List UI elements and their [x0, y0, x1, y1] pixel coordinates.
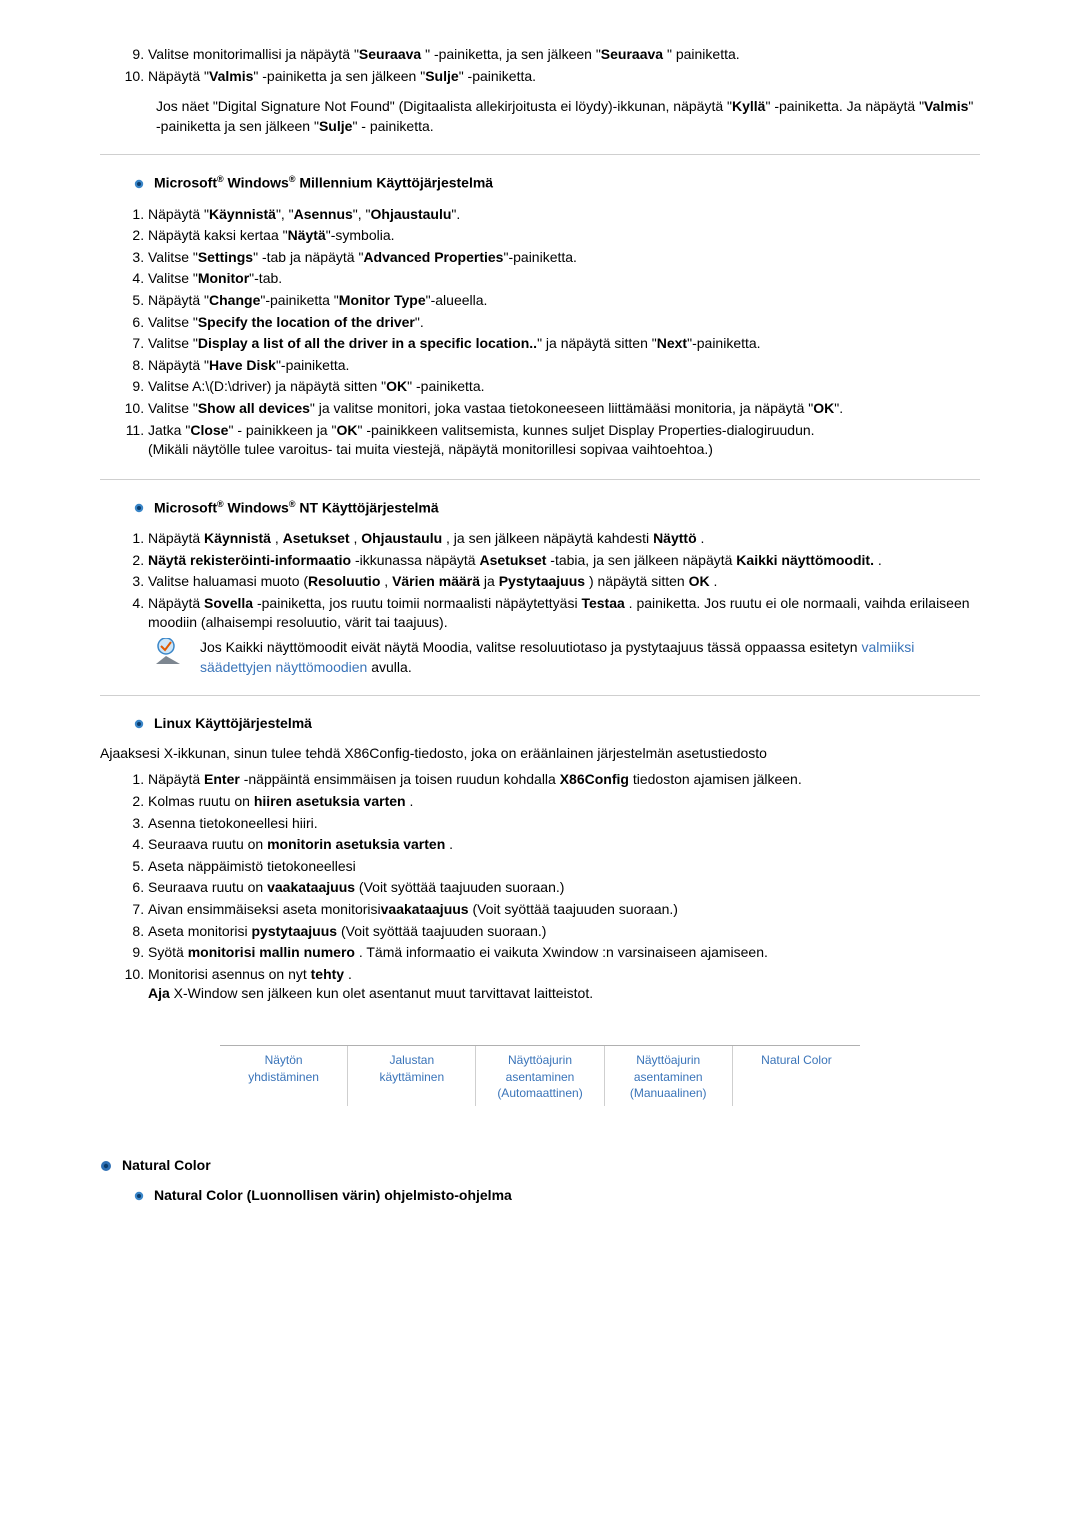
note-icon [156, 638, 190, 666]
list-item: Valitse "Settings" -tab ja näpäytä "Adva… [148, 247, 980, 269]
list-item: Seuraava ruutu on vaakataajuus (Voit syö… [148, 877, 980, 899]
bottom-nav: NäytönyhdistäminenJalustankäyttäminenNäy… [220, 1045, 860, 1106]
bullet-icon [134, 719, 144, 729]
list-item: Monitorisi asennus on nyt tehty .Aja X-W… [148, 964, 980, 1005]
bottom-tab-2[interactable]: Näyttöajurin asentaminen(Automaattinen) [476, 1046, 604, 1106]
list-item: Seuraava ruutu on monitorin asetuksia va… [148, 834, 980, 856]
list-item: Näpäytä Enter -näppäintä ensimmäisen ja … [148, 769, 980, 791]
bottom-tab-4[interactable]: Natural Color [733, 1046, 860, 1106]
list-item: Valitse A:\(D:\driver) ja näpäytä sitten… [148, 376, 980, 398]
list-item: Näpäytä "Käynnistä", "Asennus", "Ohjaust… [148, 204, 980, 226]
list-item: Näpäytä kaksi kertaa "Näytä"-symbolia. [148, 225, 980, 247]
list-item: Näpäytä "Valmis" -painiketta ja sen jälk… [148, 66, 980, 88]
list-item: Aseta monitorisi pystytaajuus (Voit syöt… [148, 921, 980, 943]
divider [100, 479, 980, 480]
bullet-icon [134, 1191, 144, 1201]
natural-color-sub: Natural Color (Luonnollisen värin) ohjel… [134, 1186, 980, 1206]
bullet-icon [134, 503, 144, 513]
bullet-icon [100, 1160, 112, 1172]
list-item: Aseta näppäimistö tietokoneellesi [148, 856, 980, 878]
list-item: Valitse "Show all devices" ja valitse mo… [148, 398, 980, 420]
bottom-tab-0[interactable]: Näytönyhdistäminen [220, 1046, 348, 1106]
list-item: Valitse "Monitor"-tab. [148, 268, 980, 290]
nt-ordered-list: Näpäytä Käynnistä , Asetukset , Ohjausta… [100, 528, 980, 634]
list-item: Valitse "Display a list of all the drive… [148, 333, 980, 355]
bottom-tab-1[interactable]: Jalustankäyttäminen [348, 1046, 476, 1106]
list-item: Aivan ensimmäiseksi aseta monitorisivaak… [148, 899, 980, 921]
list-item: Valitse "Specify the location of the dri… [148, 312, 980, 334]
divider [100, 154, 980, 155]
bottom-tab-3[interactable]: Näyttöajurin asentaminen(Manuaalinen) [605, 1046, 733, 1106]
bottom-tabs: NäytönyhdistäminenJalustankäyttäminenNäy… [220, 1045, 860, 1106]
list-item: Syötä monitorisi mallin numero . Tämä in… [148, 942, 980, 964]
top-note: Jos näet "Digital Signature Not Found" (… [156, 97, 980, 136]
list-item: Jatka "Close" - painikkeen ja "OK" -pain… [148, 420, 980, 461]
list-item: Asenna tietokoneellesi hiiri. [148, 813, 980, 835]
section-heading-me: Microsoft® Windows® Millennium Käyttöjär… [134, 173, 980, 193]
list-item: Näytä rekisteröinti-informaatio -ikkunas… [148, 550, 980, 572]
section-heading-nt: Microsoft® Windows® NT Käyttöjärjestelmä [134, 498, 980, 518]
section-heading-linux: Linux Käyttöjärjestelmä [134, 714, 980, 734]
list-item: Näpäytä Käynnistä , Asetukset , Ohjausta… [148, 528, 980, 550]
me-ordered-list: Näpäytä "Käynnistä", "Asennus", "Ohjaust… [100, 204, 980, 461]
top-ordered-list: Valitse monitorimallisi ja näpäytä "Seur… [100, 44, 980, 87]
list-item: Valitse haluamasi muoto (Resoluutio , Vä… [148, 571, 980, 593]
list-item: Valitse monitorimallisi ja näpäytä "Seur… [148, 44, 980, 66]
list-item: Näpäytä "Change"-painiketta "Monitor Typ… [148, 290, 980, 312]
divider [100, 695, 980, 696]
linux-ordered-list: Näpäytä Enter -näppäintä ensimmäisen ja … [100, 769, 980, 1005]
nt-note-row: Jos Kaikki näyttömoodit eivät näytä Mood… [156, 638, 980, 677]
linux-intro: Ajaaksesi X-ikkunan, sinun tulee tehdä X… [100, 744, 980, 764]
list-item: Kolmas ruutu on hiiren asetuksia varten … [148, 791, 980, 813]
list-item: Näpäytä "Have Disk"-painiketta. [148, 355, 980, 377]
natural-color-heading: Natural Color [100, 1156, 980, 1176]
list-item: Näpäytä Sovella -painiketta, jos ruutu t… [148, 593, 980, 634]
bullet-icon [134, 179, 144, 189]
